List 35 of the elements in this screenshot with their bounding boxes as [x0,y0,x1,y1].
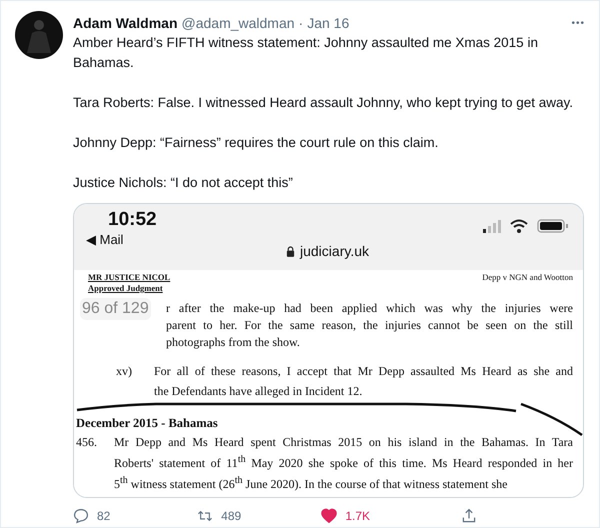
action-count: 489 [221,509,242,523]
tweet-text: Johnny Depp: “Fairness” requires the court rule on this claim. [73,134,440,152]
separator-dot: · [298,15,304,31]
clock-time: 10:52 [108,209,157,231]
heart-icon[interactable] [321,508,338,524]
document-paragraph: Mr Depp and Ms Heard spent Christmas 2015 on his island in the Bahamas. In Tara Roberts' statement of 11$^{th}$ May 2020 she spoke of this time. Ms Heard responded in her 5$^{th}$ witness statement (26$^{th}$ June 2020). In the course of that witness statement she [114,434,573,493]
more-button[interactable]: ••• [571,18,585,28]
judgment-header: Approved Judgment [88,283,164,294]
url-text[interactable]: judiciary.uk [300,243,369,259]
tweet-text: Tara Roberts: False. I witnessed Heard assault Johnny, who kept trying to get away. [73,94,574,112]
tweet-date[interactable]: Jan 16 [307,15,350,31]
action-count: 1.7K [345,509,370,523]
action-count: 82 [97,509,110,523]
paragraph-number: xv) [116,363,133,380]
tweet-text: Amber Heard’s FIFTH witness statement: Johnny assaulted me Xmas 2015 in Bahamas. [73,34,539,72]
retweet-icon[interactable] [197,508,214,524]
paragraph-number: 456. [76,434,98,451]
battery-icon [537,219,569,233]
judgment-header: MR JUSTICE NICOL [88,272,170,283]
signal-icon [483,219,501,233]
author-name[interactable]: Adam Waldman [73,15,178,31]
reply-icon[interactable] [73,508,89,524]
document-paragraph: For all of these reasons, I accept that Mr Depp assaulted Ms Heard as she and the Defendants have alleged in Incident 12. [154,363,573,400]
document-paragraph: r after the make-up had been applied which was why the injuries were parent to her. For the same reason, the injuries cannot be seen on the still photographs from the show. [166,300,573,351]
wifi-icon [510,219,528,233]
lock-icon [286,246,295,256]
avatar[interactable] [15,11,63,59]
share-icon[interactable] [460,508,477,524]
section-heading: December 2015 - Bahamas [76,415,218,432]
back-link[interactable]: ◀ Mail [86,232,124,247]
attached-image[interactable] [73,203,584,498]
author-handle[interactable]: @adam_waldman [182,15,295,31]
tweet-text: Justice Nichols: “I do not accept this” [73,174,294,192]
case-title: Depp v NGN and Wootton [482,272,573,284]
page-counter: 96 of 129 [80,298,151,320]
